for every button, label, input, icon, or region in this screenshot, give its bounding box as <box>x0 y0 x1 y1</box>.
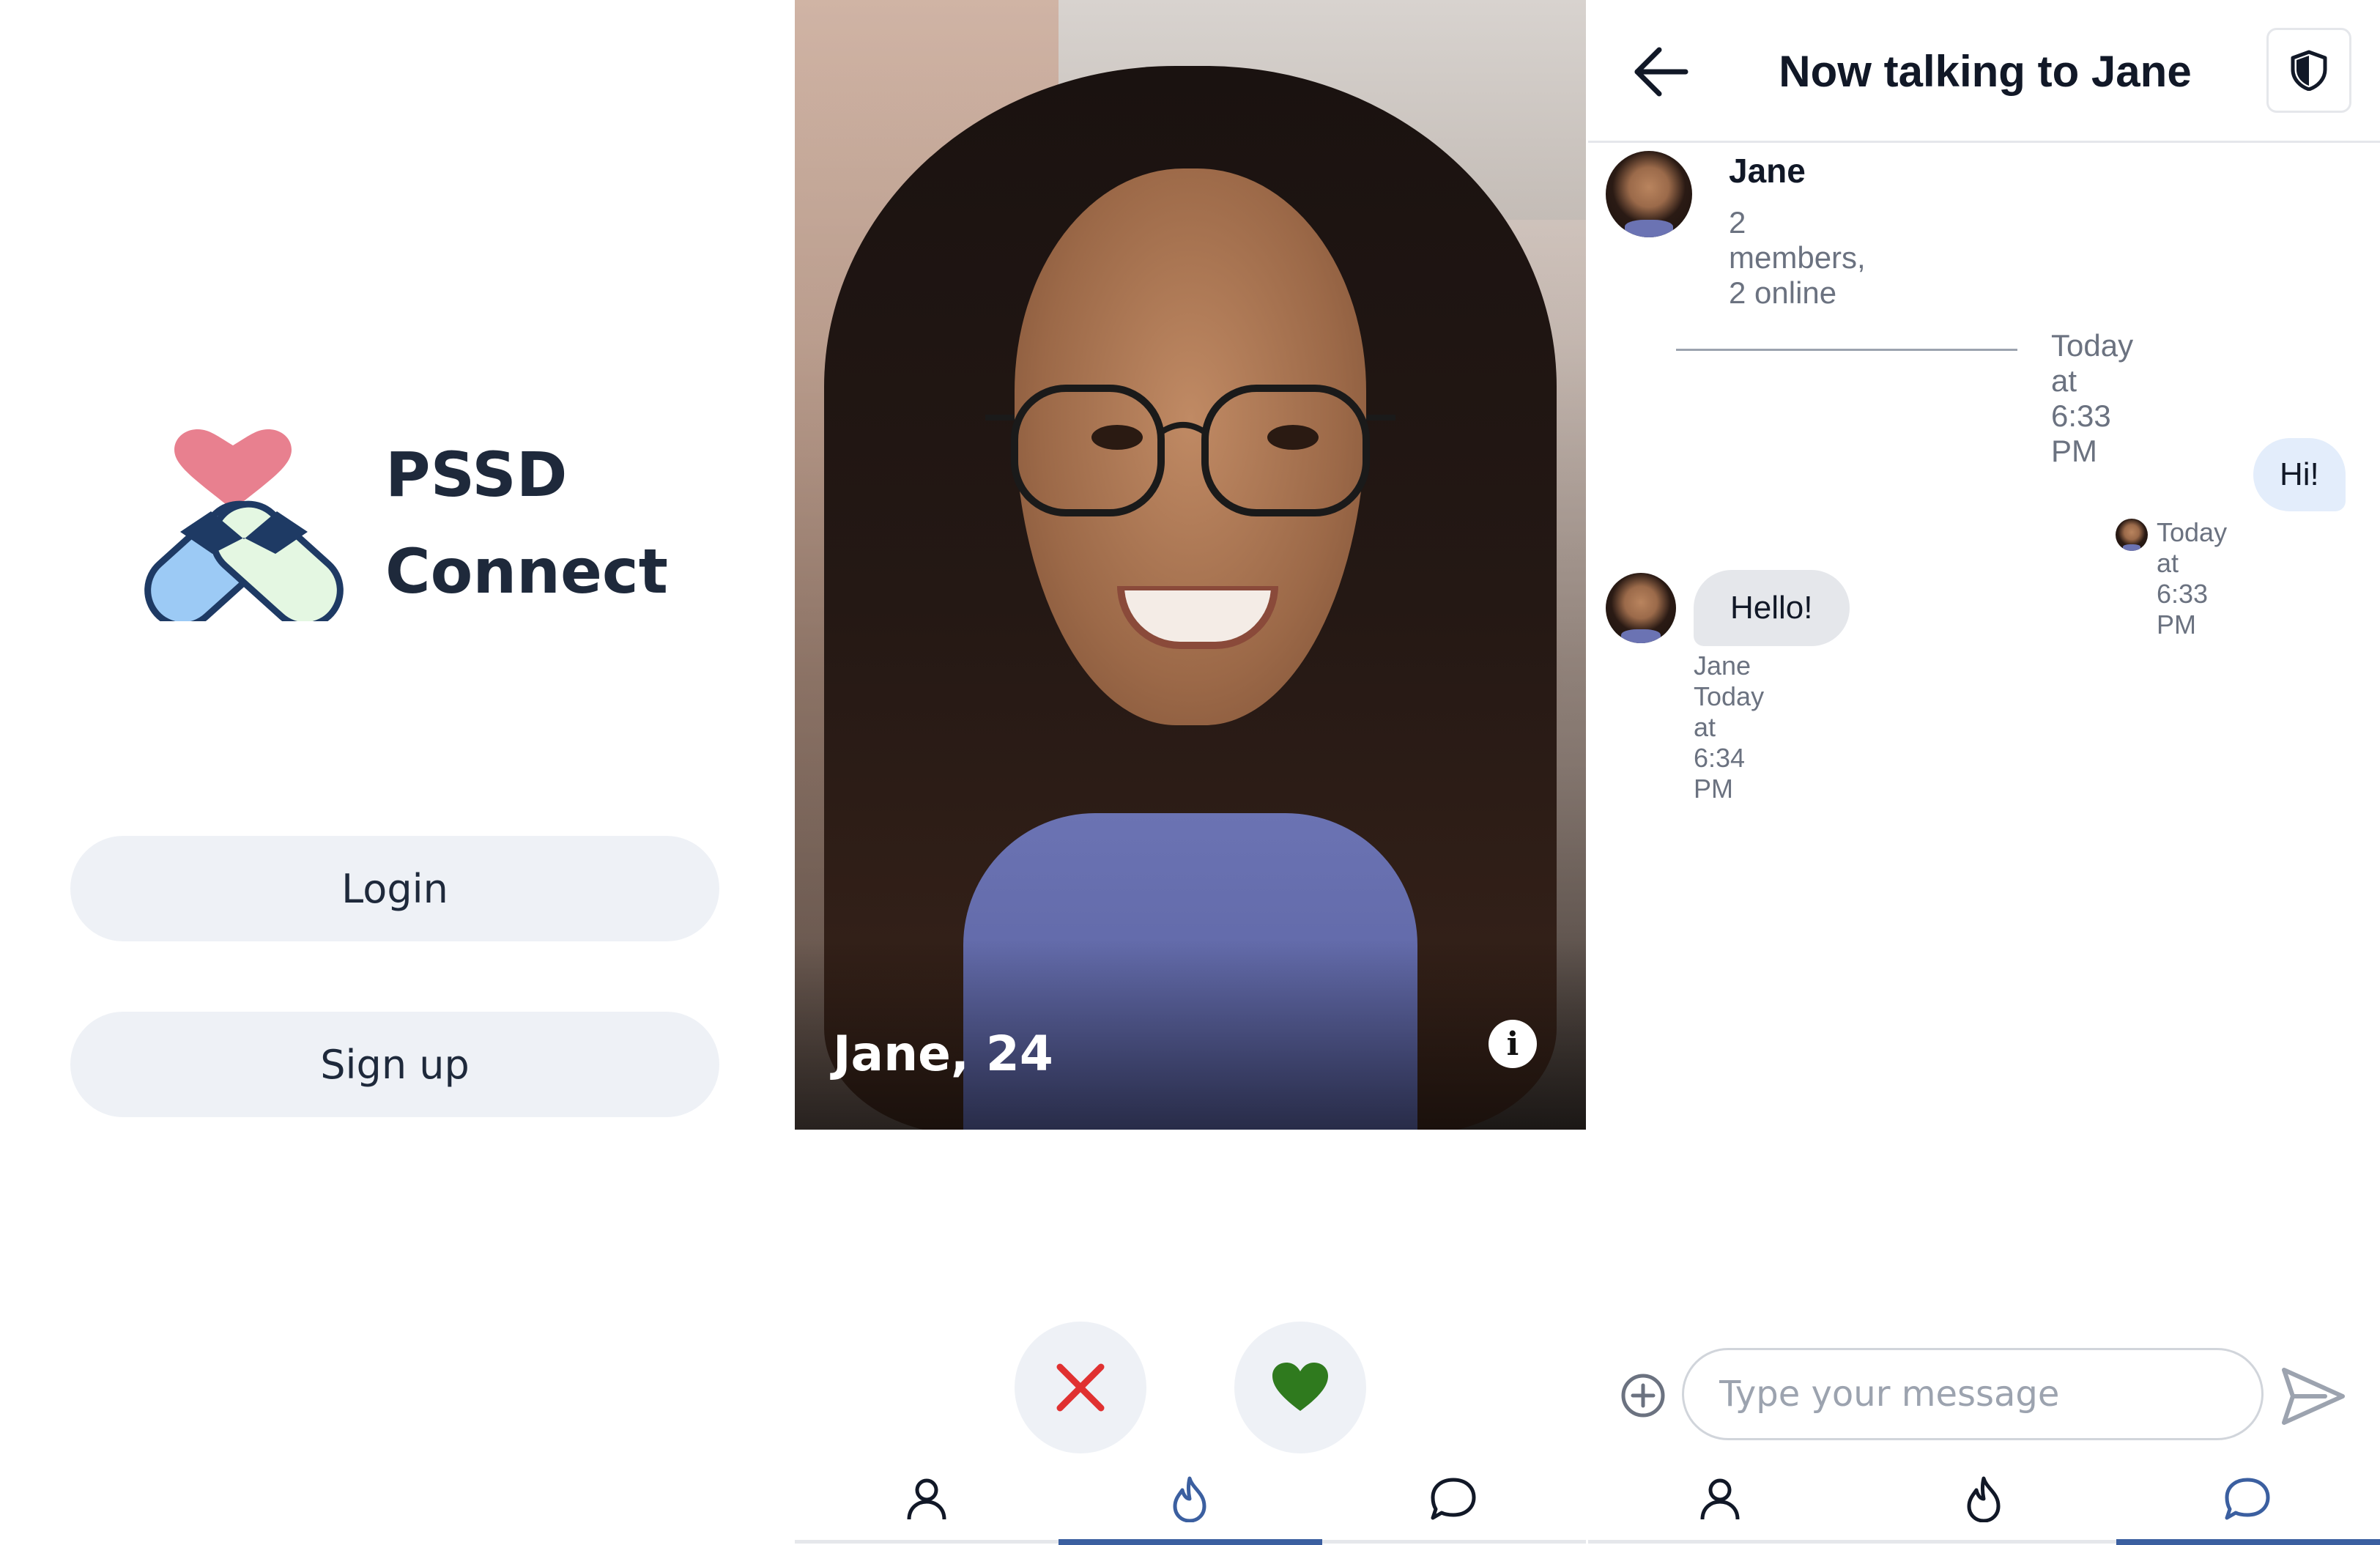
sender-avatar <box>1606 573 1676 643</box>
nav-active-indicator <box>2116 1539 2380 1545</box>
message-bubble-outgoing: Hi! <box>2253 438 2346 511</box>
info-button[interactable]: i <box>1489 1020 1537 1068</box>
nav-active-indicator <box>1059 1539 1322 1545</box>
send-icon <box>2282 1368 2345 1425</box>
arrow-left-icon <box>1634 47 1688 97</box>
brand-name-line1: PSSD <box>385 439 568 511</box>
chat-bubble-icon <box>1431 1478 1476 1520</box>
message-text: Hello! <box>1730 590 1813 626</box>
nav-chat-button[interactable] <box>1427 1472 1480 1525</box>
x-icon <box>1056 1363 1105 1412</box>
user-icon <box>907 1478 946 1520</box>
profile-card[interactable]: Jane, 24 i <box>795 0 1586 1130</box>
like-button[interactable] <box>1234 1322 1366 1453</box>
date-separator-line <box>1676 349 2017 351</box>
channel-avatar <box>1606 151 1692 237</box>
chat-bubble-icon <box>2225 1478 2270 1520</box>
nav-profile-button[interactable] <box>900 1472 953 1525</box>
heart-icon <box>1272 1363 1328 1411</box>
chat-title: Now talking to Jane <box>1779 47 2192 96</box>
user-icon <box>1700 1478 1740 1520</box>
header-divider <box>1588 141 2380 143</box>
flame-icon <box>1173 1476 1206 1522</box>
send-button[interactable] <box>2278 1361 2349 1431</box>
message-timestamp: Today at 6:33 PM <box>2157 517 2228 640</box>
login-button[interactable]: Login <box>70 836 719 941</box>
info-icon: i <box>1506 1025 1519 1063</box>
message-bubble-incoming: Hello! <box>1694 570 1850 646</box>
brand-name-line2: Connect <box>385 536 668 607</box>
shield-icon <box>2291 50 2327 91</box>
message-input[interactable] <box>1682 1348 2264 1440</box>
nav-chat-button[interactable] <box>2221 1472 2274 1525</box>
message-text: Hi! <box>2280 456 2319 492</box>
reject-button[interactable] <box>1015 1322 1146 1453</box>
photo-glasses <box>985 385 1395 516</box>
channel-name: Jane <box>1729 152 1806 190</box>
message-sender-timestamp: Jane Today at 6:34 PM <box>1694 651 1765 804</box>
flame-icon <box>1967 1476 2001 1522</box>
signup-button[interactable]: Sign up <box>70 1012 719 1117</box>
date-separator: Today at 6:33 PM <box>2051 328 2134 468</box>
back-button[interactable] <box>1628 42 1694 101</box>
landing-screen: PSSD Connect Login Sign up <box>0 0 795 1545</box>
nav-match-button[interactable] <box>1163 1472 1216 1525</box>
app-logo <box>144 429 344 621</box>
plus-circle-icon <box>1621 1374 1665 1418</box>
profile-name-age: Jane, 24 <box>833 1026 1053 1082</box>
moderation-button[interactable] <box>2266 28 2351 113</box>
read-receipt-avatar <box>2116 519 2148 551</box>
nav-profile-button[interactable] <box>1694 1472 1746 1525</box>
channel-member-count: 2 members, 2 online <box>1729 205 1866 310</box>
attach-button[interactable] <box>1617 1370 1669 1421</box>
nav-match-button[interactable] <box>1957 1472 2010 1525</box>
